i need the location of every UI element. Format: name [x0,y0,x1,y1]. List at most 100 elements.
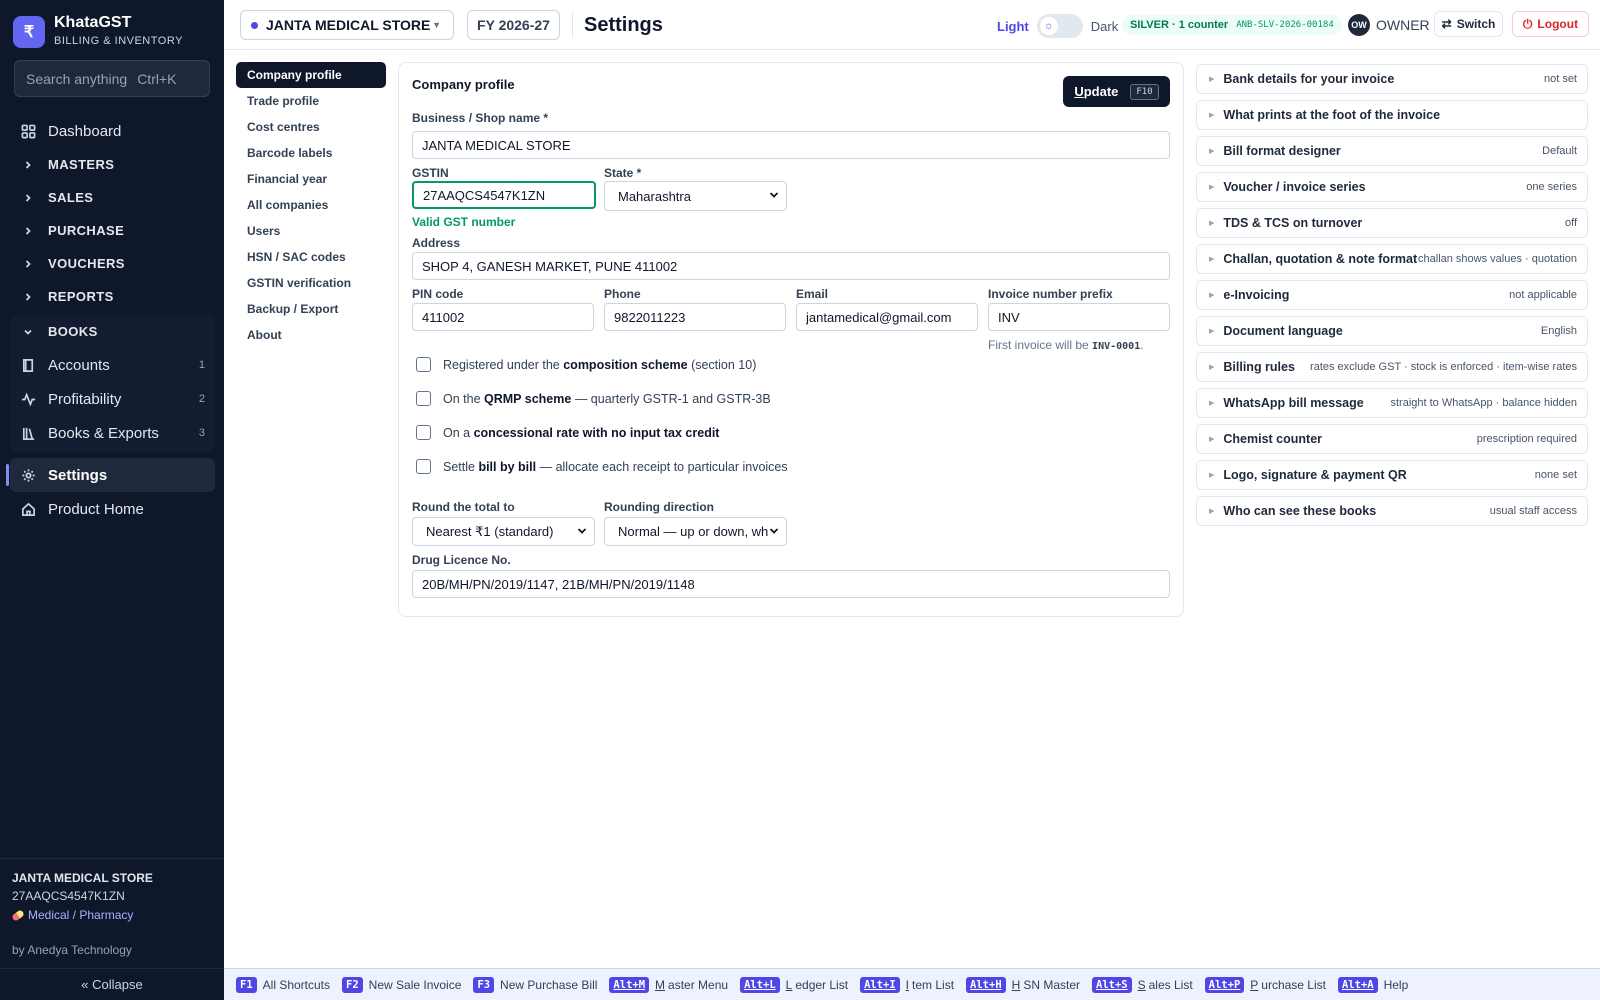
shortcut-mnemonic: P [1250,977,1259,992]
settings-nav-company-profile[interactable]: Company profile [236,62,386,88]
address-label: Address [412,236,461,250]
pin-input[interactable] [412,303,594,331]
settings-nav-hsn-sac-codes[interactable]: HSN / SAC codes [236,244,386,270]
accordion-item[interactable]: ▶ Voucher / invoice series one series [1196,172,1588,202]
nav-group-masters[interactable]: MASTERS [10,148,215,181]
accordion-item[interactable]: ▶ Document language English [1196,316,1588,346]
round-total-select[interactable]: Nearest ₹1 (standard) [412,517,595,546]
drug-licence-input[interactable] [412,570,1170,598]
settings-nav-about[interactable]: About [236,322,386,348]
chevron-down-icon [769,528,779,534]
settings-nav-trade-profile[interactable]: Trade profile [236,88,386,114]
checkbox-label: Registered under the composition scheme … [443,358,756,372]
settings-nav-backup-export[interactable]: Backup / Export [236,296,386,322]
email-input[interactable] [796,303,978,331]
shortcut-label: Help [1383,977,1409,992]
shortcut-mnemonic: S [1137,977,1146,992]
shortcut-item[interactable]: Alt+L Ledger List [740,976,848,993]
checkbox[interactable] [416,391,431,406]
financial-year-button[interactable]: FY 2026-27 [467,10,560,40]
shortcut-item[interactable]: F1 All Shortcuts [236,976,330,993]
accordion-item[interactable]: ▶ Chemist counter prescription required [1196,424,1588,454]
business-name-input[interactable] [412,131,1170,159]
theme-toggle[interactable]: ☼ [1036,14,1083,38]
checkbox-row[interactable]: On the QRMP scheme — quarterly GSTR-1 an… [416,391,771,406]
sidebar-business-type-label: Medical / Pharmacy [28,908,134,922]
settings-accordion: ▶ Bank details for your invoice not set ▶ Wh… [1196,64,1588,532]
shortcut-item[interactable]: Alt+M Master Menu [609,976,729,993]
nav-group-sales[interactable]: SALES [10,181,215,214]
switch-arrows-icon: ⇄ [1441,17,1452,31]
accordion-title: What prints at the foot of the invoice [1223,108,1441,122]
theme-dark-label[interactable]: Dark [1091,19,1118,34]
theme-light-label[interactable]: Light [997,19,1029,34]
nav-group-books[interactable]: BOOKS [10,315,215,348]
nav-accounts-label: Accounts [48,356,110,374]
shortcut-item[interactable]: Alt+P Purchase List [1204,976,1326,993]
collapse-sidebar-button[interactable]: « Collapse [0,968,224,1000]
accordion-item[interactable]: ▶ WhatsApp bill message straight to WhatsA… [1196,388,1588,418]
shortcut-item[interactable]: Alt+S Sales List [1092,976,1193,993]
address-input[interactable] [412,252,1170,280]
settings-nav-barcode-labels[interactable]: Barcode labels [236,140,386,166]
nav-profitability[interactable]: Profitability 2 [10,382,215,416]
nav-product-home[interactable]: Product Home [10,492,215,526]
settings-nav-cost-centres[interactable]: Cost centres [236,114,386,140]
update-button[interactable]: Update F10 [1063,76,1170,107]
book-icon [20,357,36,373]
shortcut-label: urchase List [1261,977,1326,992]
accordion-item[interactable]: ▶ TDS & TCS on turnover off [1196,208,1588,238]
invoice-prefix-hint-end: . [1140,338,1144,352]
library-icon [20,425,36,441]
app-subtitle: BILLING & INVENTORY [54,35,183,47]
shortcut-item[interactable]: Alt+H H SN Master [966,976,1080,993]
accordion-item[interactable]: ▶ Bill format designer Default [1196,136,1588,166]
rounding-direction-select[interactable]: Normal — up or down, wh [604,517,787,546]
accordion-item[interactable]: ▶ Bank details for your invoice not set [1196,64,1588,94]
shortcut-item[interactable]: F2 New Sale Invoice [342,976,461,993]
checkbox[interactable] [416,459,431,474]
nav-books-exports[interactable]: Books & Exports 3 [10,416,215,450]
checkbox-label-post: (section 10) [691,357,757,372]
search-input[interactable]: Search anything Ctrl+K [14,60,210,97]
shortcut-label: aster Menu [668,977,729,992]
accordion-summary: Default [1542,145,1577,157]
nav-group-reports[interactable]: REPORTS [10,280,215,313]
caret-right-icon: ▶ [1209,256,1215,263]
shortcut-item[interactable]: Alt+I Item List [860,976,954,993]
nav-group-vouchers[interactable]: VOUCHERS [10,247,215,280]
invoice-prefix-input[interactable] [988,303,1170,331]
shortcut-key: Alt+P [1204,976,1245,993]
settings-nav-users[interactable]: Users [236,218,386,244]
accordion-item[interactable]: ▶ What prints at the foot of the invoice [1196,100,1588,130]
nav-settings[interactable]: Settings [6,458,215,492]
accordion-item[interactable]: ▶ Who can see these books usual staff acce… [1196,496,1588,526]
accordion-item[interactable]: ▶ Billing rules rates exclude GST · stock … [1196,352,1588,382]
checkbox-row[interactable]: Registered under the composition scheme … [416,357,756,372]
accordion-item[interactable]: ▶ Logo, signature & payment QR none set [1196,460,1588,490]
shortcut-key: F2 [342,976,363,993]
state-select[interactable]: Maharashtra [604,181,787,211]
nav-accounts[interactable]: Accounts 1 [10,348,215,382]
settings-nav-gstin-verification[interactable]: GSTIN verification [236,270,386,296]
gstin-input[interactable] [412,181,596,209]
shortcut-item[interactable]: Alt+A Help [1337,976,1409,993]
checkbox-row[interactable]: On a concessional rate with no input tax… [416,425,719,440]
settings-nav-financial-year[interactable]: Financial year [236,166,386,192]
shortcut-item[interactable]: F3 New Purchase Bill [473,976,597,993]
accordion-item[interactable]: ▶ Challan, quotation & note format challan… [1196,244,1588,274]
company-switcher[interactable]: JANTA MEDICAL STORE ▼ [240,10,454,40]
brand[interactable]: ₹ KhataGST BILLING & INVENTORY [13,14,183,49]
accordion-item[interactable]: ▶ e-Invoicing not applicable [1196,280,1588,310]
checkbox-row[interactable]: Settle bill by bill — allocate each rece… [416,459,788,474]
nav-group-purchase[interactable]: PURCHASE [10,214,215,247]
checkbox[interactable] [416,357,431,372]
switch-button[interactable]: ⇄ Switch [1434,11,1503,37]
logout-button[interactable]: ⏻ Logout [1512,11,1589,37]
nav-dashboard[interactable]: Dashboard [10,114,215,148]
user-menu[interactable]: OW OWNER [1348,14,1430,36]
settings-nav-all-companies[interactable]: All companies [236,192,386,218]
checkbox-label-bold: concessional rate with no input tax cred… [473,425,720,440]
phone-input[interactable] [604,303,786,331]
checkbox[interactable] [416,425,431,440]
